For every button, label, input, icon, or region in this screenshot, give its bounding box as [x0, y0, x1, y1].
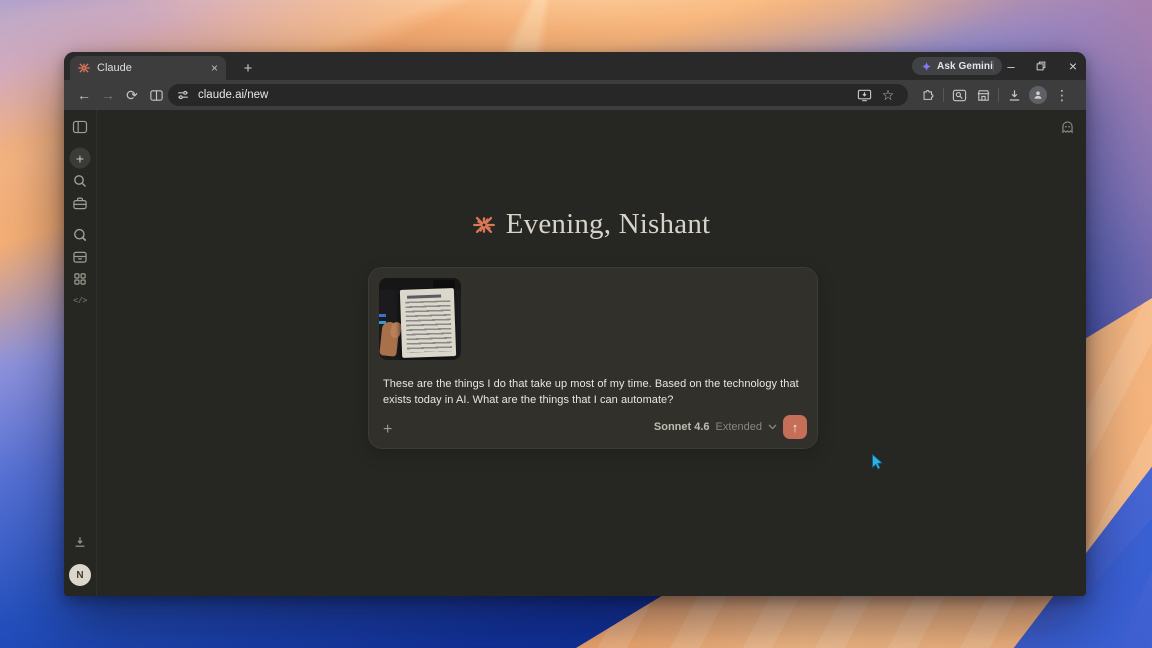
restore-button[interactable]: [1028, 52, 1054, 80]
lens-search-icon: [952, 89, 966, 101]
user-avatar[interactable]: N: [69, 564, 91, 586]
claude-main: Evening, Nishant These are the things I …: [97, 110, 1086, 596]
apps-button[interactable]: [74, 273, 87, 286]
download-app-icon: [75, 537, 85, 547]
save-to-device-button[interactable]: [852, 83, 876, 107]
attachment-thumbnail[interactable]: [379, 278, 461, 360]
forward-button[interactable]: →: [96, 83, 120, 107]
greeting: Evening, Nishant: [97, 208, 1086, 241]
model-selector-row: Sonnet 4.6 Extended ↑: [654, 415, 807, 439]
tab-strip: Claude × + Ask Gemini – ×: [64, 52, 1086, 80]
toolbar-divider: [943, 88, 944, 102]
projects-button[interactable]: [73, 196, 88, 210]
sidebar-panel-icon: [72, 120, 88, 134]
prompt-input-text[interactable]: These are the things I do that take up m…: [383, 377, 813, 408]
apps-grid-icon: [74, 273, 86, 285]
search-button[interactable]: [73, 174, 87, 188]
new-tab-button[interactable]: +: [236, 56, 260, 80]
reload-button[interactable]: ⟳: [120, 83, 144, 107]
toolbar-right-icons: ⋮: [916, 83, 1074, 107]
mouse-cursor: [872, 453, 883, 475]
model-name[interactable]: Sonnet 4.6: [654, 421, 710, 433]
photo-glint: [379, 314, 386, 317]
photo-notebook-page: [399, 288, 457, 358]
claude-logo-icon: [472, 216, 495, 233]
chats-button[interactable]: [73, 228, 87, 242]
toolbox-icon: [73, 197, 87, 210]
person-icon: [1034, 91, 1042, 99]
minimize-button[interactable]: –: [998, 52, 1024, 80]
browser-profile-avatar[interactable]: [1029, 86, 1047, 104]
ask-gemini-label: Ask Gemini: [937, 60, 994, 72]
chat-bubble-icon: [74, 228, 87, 241]
download-icon: [1009, 89, 1019, 101]
tab-title: Claude: [97, 62, 132, 74]
new-chat-button[interactable]: +: [69, 147, 91, 169]
claude-sidebar: + </> N: [64, 110, 97, 596]
browser-window: Claude × + Ask Gemini – × ← → ⟳ claude.a…: [64, 52, 1086, 596]
attach-button[interactable]: +: [383, 422, 392, 438]
address-bar[interactable]: claude.ai/new ☆: [168, 84, 908, 106]
reading-mode-icon: [149, 89, 163, 101]
artifacts-button[interactable]: [73, 251, 88, 264]
extensions-puzzle-icon: [923, 90, 934, 100]
site-settings-icon[interactable]: [176, 88, 190, 102]
browser-toolbar: ← → ⟳ claude.ai/new ☆ ⋮: [64, 80, 1086, 110]
send-button[interactable]: ↑: [783, 415, 807, 439]
chevron-down-icon[interactable]: [768, 424, 777, 430]
greeting-text: Evening, Nishant: [505, 208, 711, 240]
cursor-arrow-icon: [872, 453, 883, 470]
extensions-button[interactable]: [916, 83, 940, 107]
model-mode[interactable]: Extended: [716, 421, 762, 433]
ghost-icon: [1062, 121, 1073, 134]
lens-search-button[interactable]: [947, 83, 971, 107]
restore-icon: [1036, 61, 1046, 71]
tab-claude[interactable]: Claude ×: [70, 56, 226, 80]
tabstrip-divider: [993, 60, 994, 72]
search-icon: [74, 175, 86, 187]
composer-card[interactable]: These are the things I do that take up m…: [368, 267, 818, 449]
photo-handwriting-lines: [405, 300, 452, 353]
claude-code-button[interactable]: </>: [73, 296, 87, 306]
claude-favicon-icon: [78, 63, 90, 73]
incognito-ghost-button[interactable]: [1061, 121, 1074, 139]
ask-gemini-button[interactable]: Ask Gemini: [912, 57, 1003, 75]
back-button[interactable]: ←: [72, 83, 96, 107]
bookmark-star-button[interactable]: ☆: [876, 83, 900, 107]
photo-dark-object: [433, 280, 455, 288]
url-text[interactable]: claude.ai/new: [198, 89, 852, 101]
downloads-button[interactable]: [1002, 83, 1026, 107]
browser-menu-button[interactable]: ⋮: [1050, 83, 1074, 107]
web-store-button[interactable]: [971, 83, 995, 107]
tab-close-icon[interactable]: ×: [211, 62, 218, 74]
desktop: Claude × + Ask Gemini – × ← → ⟳ claude.a…: [0, 0, 1152, 648]
storefront-icon: [977, 89, 989, 101]
toolbar-divider-2: [998, 88, 999, 102]
claude-page: + </> N Evening, Nishant These are the t…: [64, 110, 1086, 596]
download-app-button[interactable]: [73, 535, 87, 549]
screen-download-icon: [857, 89, 871, 101]
sidebar-toggle-button[interactable]: [72, 120, 88, 134]
gemini-spark-icon: [921, 61, 932, 71]
photo-handwriting-heading: [407, 294, 442, 299]
reading-mode-button[interactable]: [144, 83, 168, 107]
close-window-button[interactable]: ×: [1060, 52, 1086, 80]
archive-box-icon: [73, 251, 87, 263]
